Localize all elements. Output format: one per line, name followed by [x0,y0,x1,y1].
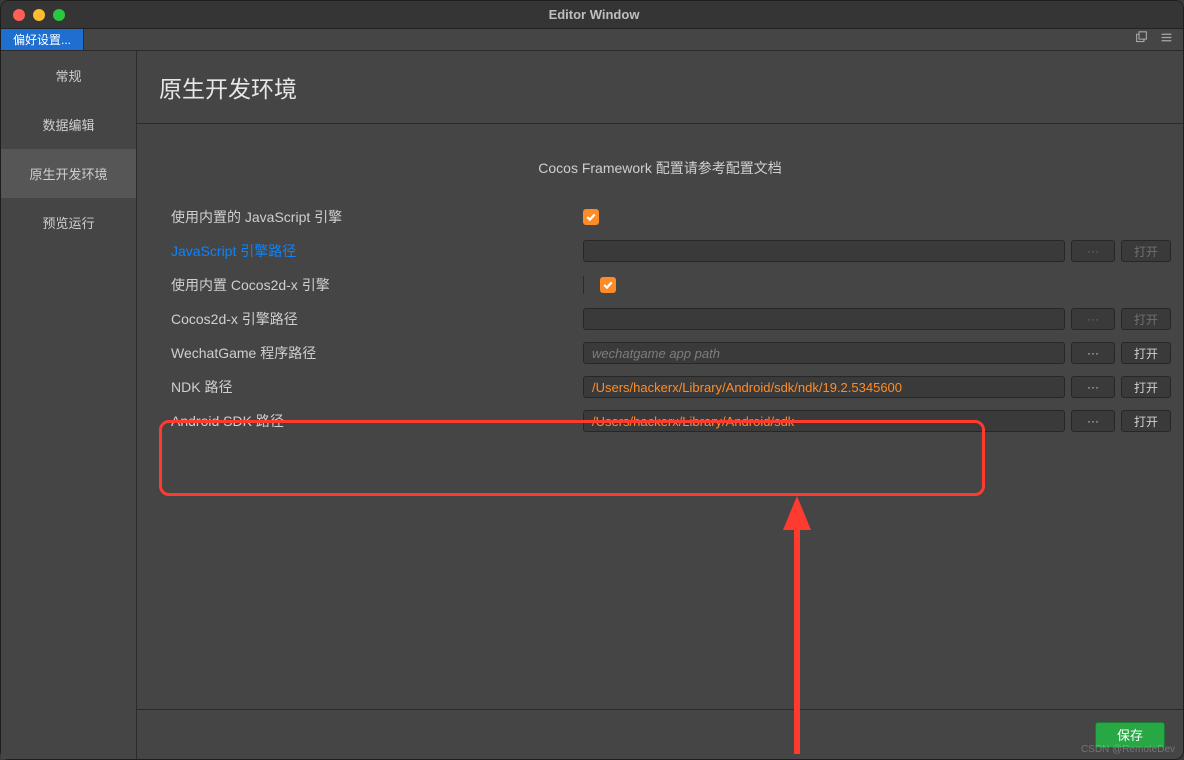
sidebar: 常规 数据编辑 原生开发环境 预览运行 [1,51,136,759]
input-wechat-path[interactable] [583,342,1065,364]
footer: 保存 [137,709,1183,759]
label-builtin-js: 使用内置的 JavaScript 引擎 [171,207,583,227]
page-header: 原生开发环境 [137,51,1183,124]
sidebar-item-label: 原生开发环境 [29,164,107,183]
menu-icon[interactable] [1160,31,1173,49]
row-wechat-path: WechatGame 程序路径 ··· 打开 [137,336,1183,370]
open-button[interactable]: 打开 [1121,410,1171,432]
row-js-path: JavaScript 引擎路径 ··· 打开 [137,234,1183,268]
sidebar-item-preview-run[interactable]: 预览运行 [1,198,136,247]
row-builtin-cocos: 使用内置 Cocos2d-x 引擎 [137,268,1183,302]
browse-button: ··· [1071,308,1115,330]
tab-label: 偏好设置... [13,31,71,48]
label-js-path[interactable]: JavaScript 引擎路径 [171,241,583,261]
tab-bar: 偏好设置... [1,29,1183,51]
titlebar: Editor Window [1,1,1183,29]
checkbox-builtin-cocos[interactable] [600,277,616,293]
editor-window: Editor Window 偏好设置... 常规 数据编辑 原生开发环境 [0,0,1184,760]
label-sdk-path: Android SDK 路径 [171,411,583,431]
row-ndk-path: NDK 路径 ··· 打开 [137,370,1183,404]
popout-icon[interactable] [1135,31,1148,49]
tab-preferences[interactable]: 偏好设置... [1,29,84,50]
sidebar-item-data-edit[interactable]: 数据编辑 [1,100,136,149]
checkbox-builtin-js[interactable] [583,209,599,225]
row-cocos-path: Cocos2d-x 引擎路径 ··· 打开 [137,302,1183,336]
window-title: Editor Window [5,7,1183,22]
open-button: 打开 [1121,308,1171,330]
row-sdk-path: Android SDK 路径 ··· 打开 [137,404,1183,438]
open-button: 打开 [1121,240,1171,262]
input-ndk-path[interactable] [583,376,1065,398]
browse-button[interactable]: ··· [1071,342,1115,364]
browse-button: ··· [1071,240,1115,262]
sidebar-item-native-dev[interactable]: 原生开发环境 [1,149,136,198]
input-sdk-path[interactable] [583,410,1065,432]
open-button[interactable]: 打开 [1121,342,1171,364]
tab-tools [1135,29,1183,50]
watermark: CSDN @RemoteDev [1081,744,1175,755]
sidebar-item-label: 常规 [55,66,81,85]
label-ndk-path: NDK 路径 [171,377,583,397]
row-builtin-js: 使用内置的 JavaScript 引擎 [137,200,1183,234]
save-button-label: 保存 [1117,725,1143,744]
page-title: 原生开发环境 [137,70,297,104]
form-area: Cocos Framework 配置请参考配置文档 使用内置的 JavaScri… [137,124,1183,709]
sidebar-item-label: 数据编辑 [42,115,94,134]
label-wechat-path: WechatGame 程序路径 [171,343,583,363]
browse-button[interactable]: ··· [1071,376,1115,398]
main-panel: 原生开发环境 Cocos Framework 配置请参考配置文档 使用内置的 J… [136,51,1183,759]
label-cocos-path: Cocos2d-x 引擎路径 [171,309,583,329]
label-builtin-cocos: 使用内置 Cocos2d-x 引擎 [171,275,583,295]
divider [583,276,584,294]
sidebar-item-label: 预览运行 [42,213,94,232]
sidebar-item-general[interactable]: 常规 [1,51,136,100]
input-cocos-path [583,308,1065,330]
help-text: Cocos Framework 配置请参考配置文档 [137,158,1183,178]
browse-button[interactable]: ··· [1071,410,1115,432]
open-button[interactable]: 打开 [1121,376,1171,398]
input-js-path [583,240,1065,262]
